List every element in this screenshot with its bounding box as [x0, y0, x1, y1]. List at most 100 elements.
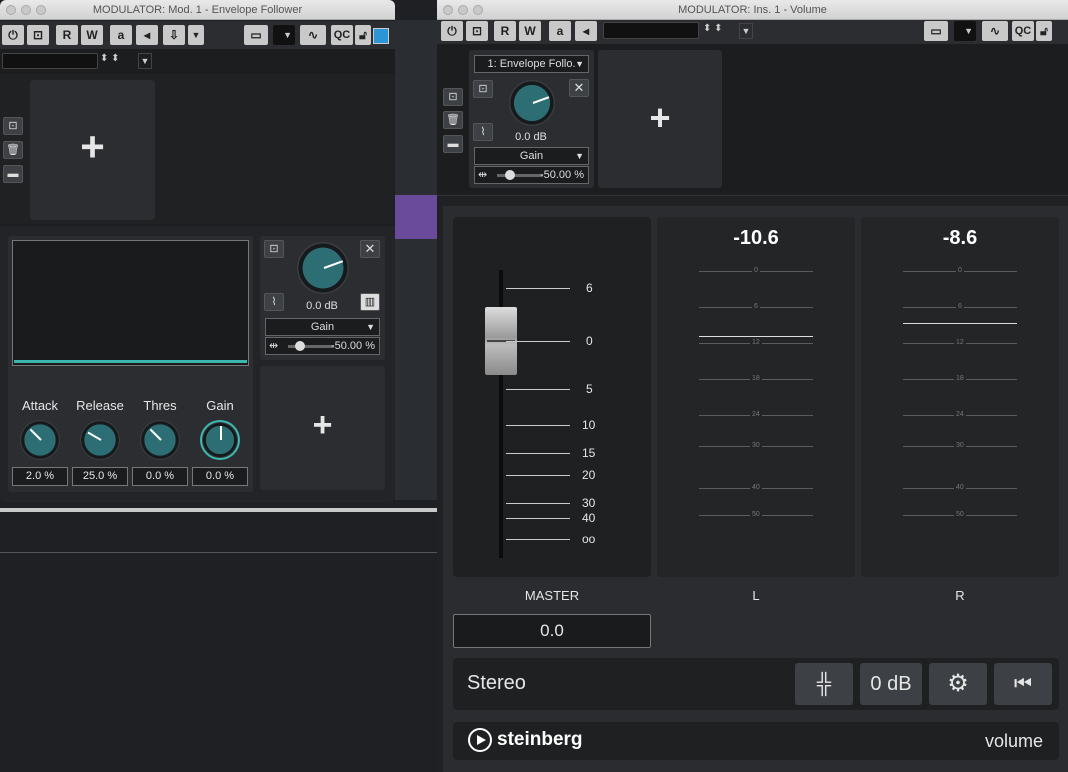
preset-dropdown[interactable]: ▼ [954, 21, 976, 41]
close-window-button[interactable] [6, 5, 16, 15]
attack-label: Attack [21, 398, 59, 413]
depth-slider[interactable]: ⇹ -50.00 % [474, 166, 589, 184]
preset-stepper-icon[interactable]: ⬍ ⬍ [100, 53, 134, 69]
track-divider [0, 508, 437, 512]
curve-icon[interactable]: ⌇ [473, 123, 493, 141]
preset-dropdown[interactable]: ▼ [273, 25, 295, 45]
master-fader-panel [453, 217, 651, 577]
brand-name: steinberg [497, 729, 583, 750]
meter-scale-label: 40 [750, 484, 762, 491]
attack-value[interactable]: 2.0 % [12, 467, 68, 486]
meter-r-peak[interactable]: -8.6 [861, 227, 1059, 250]
auto-fade-button[interactable]: a [110, 25, 132, 45]
fader-scale-label: 10 [582, 418, 596, 432]
keyboard-icon[interactable]: ▥ [360, 293, 380, 311]
window-title: MODULATOR: Ins. 1 - Volume [437, 0, 1068, 20]
bypass-icon[interactable]: ⊡ [27, 25, 49, 45]
power-icon[interactable]: ⏻ [441, 21, 463, 41]
snapshot-icon[interactable]: ▭ [924, 21, 948, 41]
meter-scale-label: 12 [954, 339, 966, 346]
parameter-select[interactable]: Gain ▼ [474, 147, 589, 165]
slot-db-value: 0.0 dB [306, 300, 338, 312]
bypass-icon[interactable]: ⊡ [466, 21, 488, 41]
auto-fade-button[interactable]: a [549, 21, 571, 41]
remove-slot-icon[interactable]: ✕ [360, 240, 380, 258]
quick-controls-button[interactable]: QC [331, 25, 353, 45]
meter-l-label: L [752, 588, 760, 603]
bypass-icon[interactable]: ⊡ [443, 88, 463, 106]
meter-l-peak[interactable]: -10.6 [657, 227, 855, 250]
minimize-window-button[interactable] [458, 5, 468, 15]
activity-icon[interactable]: ∿ [982, 21, 1008, 41]
threshold-label: Thres [143, 398, 177, 413]
gain-knob[interactable] [200, 420, 240, 460]
threshold-value[interactable]: 0.0 % [132, 467, 188, 486]
meter-scale-label: 0 [752, 267, 760, 274]
envelope-follower-window: MODULATOR: Mod. 1 - Envelope Follower ⏻ … [0, 0, 395, 502]
trash-icon[interactable]: 🗑︎ [3, 141, 23, 159]
sidechain-icon[interactable]: ⇩ [163, 25, 185, 45]
bypass-icon[interactable]: ⊡ [473, 80, 493, 98]
quick-controls-button[interactable]: QC [1012, 21, 1034, 41]
zero-db-button[interactable]: 0 dB [860, 663, 922, 705]
threshold-knob[interactable] [140, 420, 180, 460]
lock-icon[interactable]: 🔓︎ [1036, 21, 1052, 41]
channel-mode-label[interactable]: Stereo [467, 672, 526, 695]
fader-scale-label: 6 [586, 281, 593, 295]
minimize-window-button[interactable] [21, 5, 31, 15]
color-swatch[interactable] [373, 28, 389, 44]
depth-slider[interactable]: ⇹ -50.00 % [265, 337, 380, 355]
gear-icon[interactable]: ⚙ [929, 663, 987, 705]
release-label: Release [76, 398, 124, 413]
depth-slider-thumb[interactable] [505, 170, 515, 180]
arrow-left-icon[interactable]: ◂ [575, 21, 597, 41]
editor-icon[interactable]: ▬ [3, 165, 23, 183]
activity-icon[interactable]: ∿ [300, 25, 326, 45]
curve-icon[interactable]: ⌇ [264, 293, 284, 311]
modulation-depth-knob[interactable] [509, 80, 555, 126]
write-automation-button[interactable]: W [519, 21, 541, 41]
read-automation-button[interactable]: R [56, 25, 78, 45]
arrow-left-icon[interactable]: ◂ [136, 25, 158, 45]
fader-icon[interactable]: ╬ [795, 663, 853, 705]
gain-value[interactable]: 0.0 % [192, 467, 248, 486]
parameter-select[interactable]: Gain ▼ [265, 318, 380, 336]
zoom-window-button[interactable] [473, 5, 483, 15]
modulation-depth-knob[interactable] [297, 242, 349, 294]
remove-slot-icon[interactable]: ✕ [569, 79, 589, 97]
lock-icon[interactable]: 🔓︎ [355, 25, 371, 45]
zoom-window-button[interactable] [36, 5, 46, 15]
bypass-icon[interactable]: ⊡ [3, 117, 23, 135]
bypass-icon[interactable]: ⊡ [264, 240, 284, 258]
window-title: MODULATOR: Mod. 1 - Envelope Follower [0, 0, 395, 20]
modulator-source-select[interactable]: 1: Envelope Follo. ▼ [474, 55, 589, 73]
release-value[interactable]: 25.0 % [72, 467, 128, 486]
snapshot-icon[interactable]: ▭ [244, 25, 268, 45]
power-icon[interactable]: ⏻ [2, 25, 24, 45]
master-label: MASTER [524, 588, 580, 603]
audio-event[interactable] [395, 195, 437, 239]
depth-slider-thumb[interactable] [295, 341, 305, 351]
add-destination-slot[interactable]: + [260, 366, 385, 490]
envelope-line [14, 360, 247, 363]
release-knob[interactable] [80, 420, 120, 460]
chevron-down-icon[interactable]: ▼ [188, 25, 204, 45]
skip-back-icon[interactable]: ⏮ [994, 663, 1052, 705]
trash-icon[interactable]: 🗑︎ [443, 111, 463, 129]
editor-icon[interactable]: ▬ [443, 135, 463, 153]
preset-stepper-icon[interactable]: ⬍ ⬍ [703, 23, 737, 39]
master-value-field[interactable]: 0.0 [453, 614, 651, 648]
meter-scale-label: 12 [750, 339, 762, 346]
gain-label: Gain [206, 398, 234, 413]
read-automation-button[interactable]: R [494, 21, 516, 41]
add-modulator-slot[interactable]: + [598, 50, 722, 188]
write-automation-button[interactable]: W [81, 25, 103, 45]
meter-scale-label: 0 [956, 267, 964, 274]
add-modulator-slot[interactable]: + [30, 80, 155, 220]
preset-menu-icon[interactable]: ▼ [138, 53, 152, 69]
preset-name-field[interactable] [2, 53, 98, 69]
preset-menu-icon[interactable]: ▼ [739, 23, 753, 39]
attack-knob[interactable] [20, 420, 60, 460]
preset-name-field[interactable] [603, 22, 699, 39]
close-window-button[interactable] [443, 5, 453, 15]
